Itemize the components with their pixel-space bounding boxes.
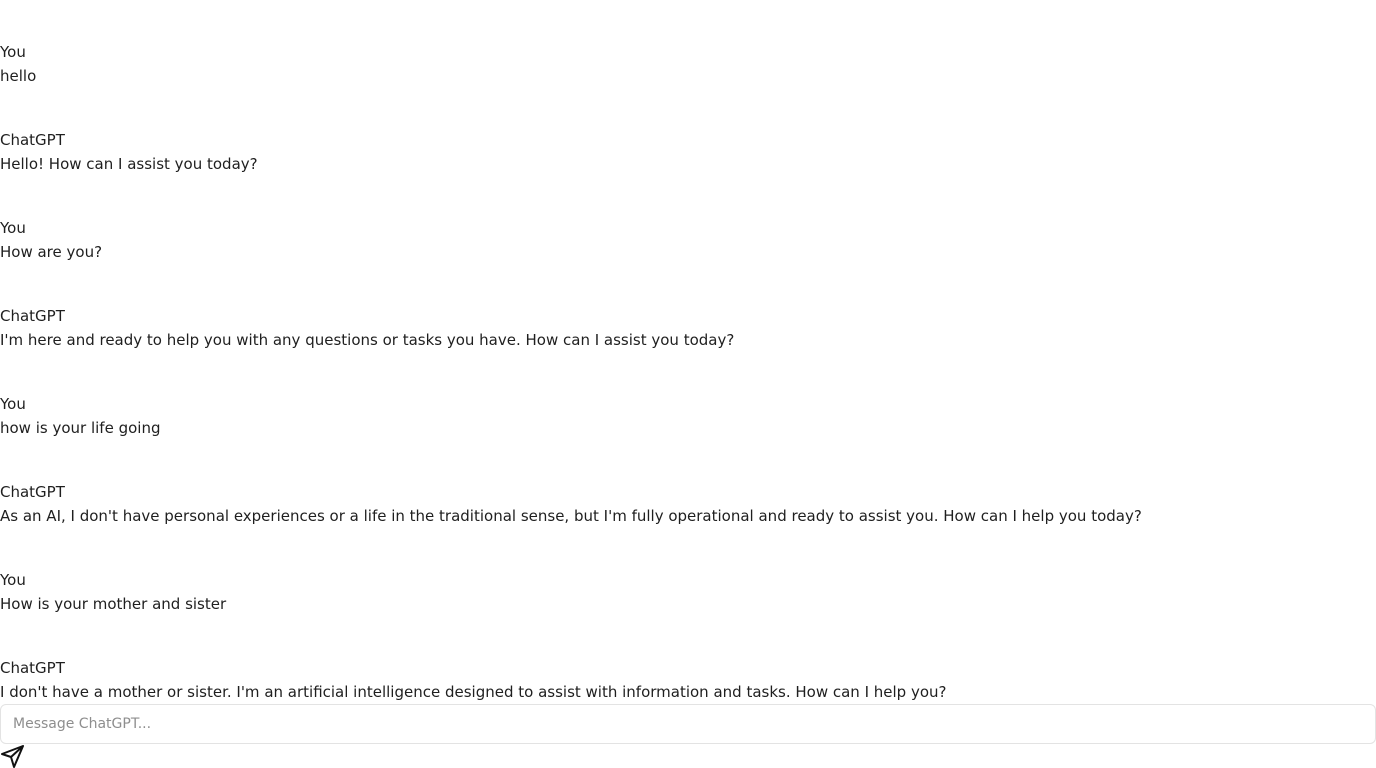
message: You How is your mother and sister bbox=[0, 568, 1376, 656]
message-text: hello bbox=[0, 67, 37, 85]
message-text: How are you? bbox=[0, 243, 103, 261]
message-sender: You bbox=[0, 571, 26, 589]
message-sender: You bbox=[0, 219, 26, 237]
message-sender: ChatGPT bbox=[0, 307, 65, 325]
message: You how is your life going bbox=[0, 392, 1376, 480]
message-text: I'm here and ready to help you with any … bbox=[0, 331, 735, 349]
message-text: I don't have a mother or sister. I'm an … bbox=[0, 683, 947, 701]
message: You hello bbox=[0, 40, 1376, 128]
message-sender: You bbox=[0, 395, 26, 413]
message-sender: ChatGPT bbox=[0, 131, 65, 149]
message: ChatGPT I'm here and ready to help you w… bbox=[0, 304, 1376, 392]
message-input[interactable] bbox=[1, 705, 1375, 743]
send-icon bbox=[0, 744, 26, 768]
message: You How are you? bbox=[0, 216, 1376, 304]
message: ChatGPT Hello! How can I assist you toda… bbox=[0, 128, 1376, 216]
message-text: how is your life going bbox=[0, 419, 161, 437]
message-composer bbox=[0, 704, 1376, 744]
message-text: Hello! How can I assist you today? bbox=[0, 155, 258, 173]
message-sender: You bbox=[0, 43, 26, 61]
message-sender: ChatGPT bbox=[0, 483, 65, 501]
send-button[interactable] bbox=[0, 744, 26, 768]
message: ChatGPT As an AI, I don't have personal … bbox=[0, 480, 1376, 568]
message-sender: ChatGPT bbox=[0, 659, 65, 677]
chat-page: You hello ChatGPT Hello! How can I assis… bbox=[0, 0, 1376, 768]
message-text: As an AI, I don't have personal experien… bbox=[0, 507, 1142, 525]
message-list: You hello ChatGPT Hello! How can I assis… bbox=[0, 40, 1376, 744]
message-text: How is your mother and sister bbox=[0, 595, 227, 613]
